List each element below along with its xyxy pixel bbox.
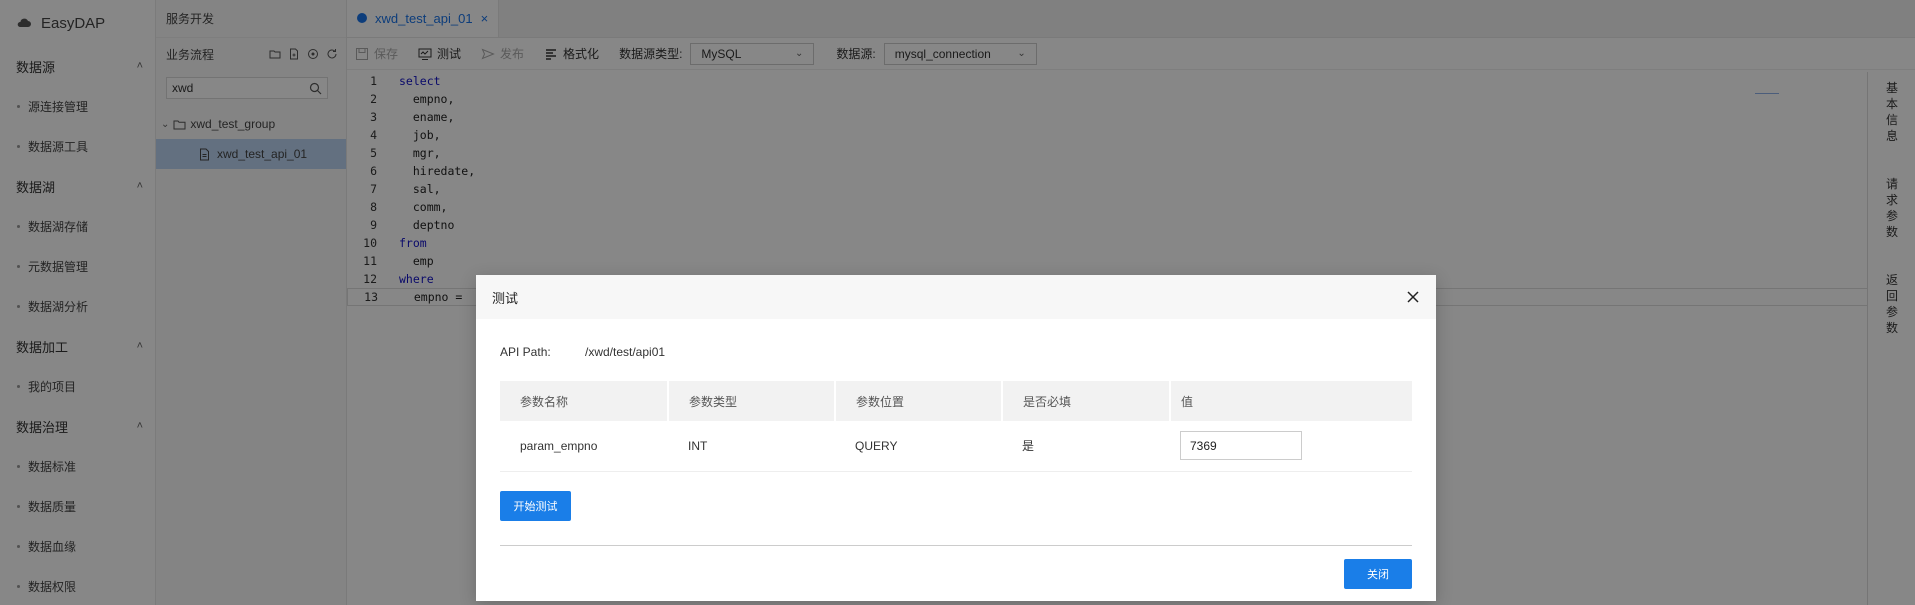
param-name-cell: param_empno (500, 421, 668, 472)
api-path-row: API Path: /xwd/test/api01 (500, 345, 1436, 359)
param-value-input[interactable] (1180, 431, 1302, 461)
api-path-value: /xwd/test/api01 (585, 345, 666, 359)
col-param-name: 参数名称 (500, 381, 669, 421)
close-icon[interactable] (1406, 290, 1420, 304)
dialog-header: 测试 (476, 275, 1436, 319)
param-type-cell: INT (668, 421, 835, 472)
param-table: 参数名称 参数类型 参数位置 是否必填 值 param_empno INT QU… (500, 381, 1412, 472)
table-row: param_empno INT QUERY 是 (500, 421, 1412, 472)
param-position-cell: QUERY (835, 421, 1002, 472)
col-param-type: 参数类型 (668, 381, 836, 421)
dialog-divider (500, 545, 1412, 546)
test-dialog: 测试 API Path: /xwd/test/api01 参数名称 参数类型 参… (476, 275, 1436, 601)
dialog-title: 测试 (492, 290, 519, 306)
param-required-cell: 是 (1002, 421, 1170, 472)
col-value: 值 (1170, 381, 1412, 421)
table-header-row: 参数名称 参数类型 参数位置 是否必填 值 (500, 381, 1412, 421)
start-test-button[interactable]: 开始测试 (500, 491, 571, 521)
close-button[interactable]: 关闭 (1344, 559, 1412, 589)
col-param-position: 参数位置 (835, 381, 1003, 421)
api-path-label: API Path: (500, 345, 551, 359)
col-required: 是否必填 (1002, 381, 1171, 421)
param-value-cell (1170, 421, 1412, 472)
